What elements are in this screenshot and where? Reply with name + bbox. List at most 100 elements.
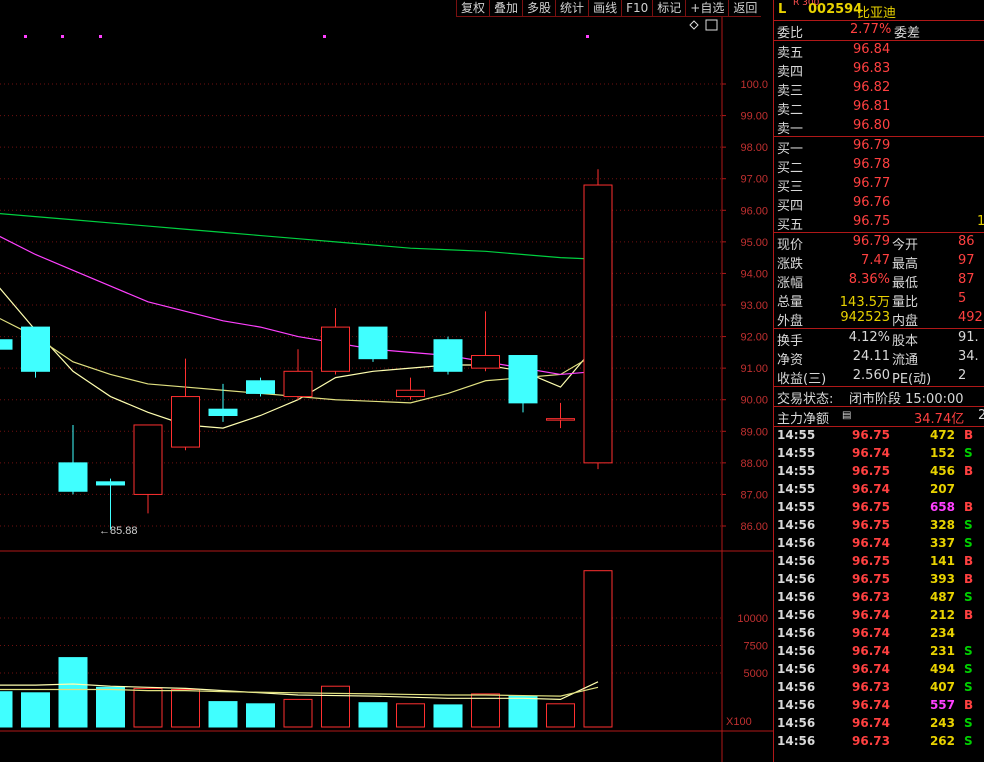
volume-bar[interactable]: [283, 698, 313, 728]
main-flow-icon[interactable]: ▤: [842, 410, 851, 421]
quote-value-2: 34.: [958, 349, 979, 364]
candle-body[interactable]: [471, 355, 500, 369]
candle-body[interactable]: [58, 462, 88, 492]
price-tick-label: 99.00: [740, 111, 768, 123]
ask-price: 96.80: [853, 118, 891, 133]
tick-time: 14:56: [777, 572, 816, 586]
draw-button[interactable]: 画线: [588, 0, 622, 17]
candle-body[interactable]: [21, 326, 50, 372]
tick-price: 96.73: [852, 680, 890, 694]
tick-volume: 407: [929, 680, 955, 694]
candle-body[interactable]: [546, 418, 575, 421]
volume-bar[interactable]: [433, 704, 463, 728]
multi-stock-button[interactable]: 多股: [522, 0, 556, 17]
quote-value: 96.79: [852, 234, 890, 249]
volume-ma-line: [0, 681, 599, 701]
tick-side: B: [964, 698, 974, 712]
candle-body[interactable]: [433, 339, 463, 372]
ask-price: 96.81: [853, 99, 891, 114]
volume-bar[interactable]: [358, 702, 388, 728]
candle-body[interactable]: [396, 389, 425, 398]
f10-button[interactable]: F10: [621, 0, 653, 17]
main-flow-value: 34.74亿: [914, 412, 965, 427]
window-icon[interactable]: [705, 19, 718, 31]
quote-label-2: 内盘: [892, 314, 919, 329]
tick-list[interactable]: 14:55 96.75 472 B 14:55 96.74 152 S 14:55 96.75 45…: [774, 427, 984, 751]
event-marker[interactable]: [586, 35, 589, 38]
price-tick-label: 91.00: [740, 363, 768, 375]
stock-code[interactable]: 002594: [808, 2, 862, 17]
quote-value: 2.560: [852, 368, 890, 383]
tick-time: 14:55: [777, 500, 816, 514]
volume-bar[interactable]: [0, 691, 13, 728]
volume-bar[interactable]: [58, 657, 88, 728]
candle-body[interactable]: [246, 380, 275, 394]
volume-bar[interactable]: [321, 685, 350, 728]
volume-bar[interactable]: [583, 570, 613, 728]
tick-time: 14:55: [777, 482, 816, 496]
overlay-button[interactable]: 叠加: [489, 0, 523, 17]
tick-price: 96.75: [852, 554, 890, 568]
volume-bar[interactable]: [133, 687, 163, 728]
volume-bar[interactable]: [21, 692, 50, 728]
candle-body[interactable]: [0, 339, 13, 350]
candle-body[interactable]: [583, 184, 613, 464]
bid-row: 买四 96.76: [774, 194, 984, 214]
tick-price: 96.74: [852, 446, 890, 460]
volume-bar[interactable]: [171, 689, 200, 728]
volume-tick-label: 10000: [737, 613, 768, 625]
stats-button[interactable]: 统计: [555, 0, 589, 17]
quote-value-2: 2: [958, 368, 967, 383]
price-tick-label: 100.0: [740, 79, 768, 91]
toolbar: 复权 叠加 多股 统计 画线 F10 标记 +自选 返回: [456, 0, 762, 17]
diamond-icon[interactable]: [689, 20, 699, 30]
add-watchlist-button[interactable]: +自选: [685, 0, 729, 17]
candle-body[interactable]: [96, 481, 125, 486]
tick-price: 96.74: [852, 482, 890, 496]
tick-side: B: [964, 572, 974, 586]
tick-row: 14:55 96.75 658 B: [774, 499, 984, 517]
tick-volume: 393: [929, 572, 955, 586]
tick-volume: 472: [929, 428, 955, 442]
volume-bar[interactable]: [546, 703, 575, 728]
volume-bar[interactable]: [508, 695, 538, 728]
quote-value-2: 492: [958, 310, 983, 325]
quote-label: 换手: [777, 334, 804, 349]
fuquan-button[interactable]: 复权: [456, 0, 490, 17]
candle-body[interactable]: [358, 326, 388, 360]
main-flow-extra: 2: [978, 408, 984, 423]
tick-side: B: [964, 554, 974, 568]
quote-label: 现价: [777, 238, 804, 253]
tick-volume: 243: [929, 716, 955, 730]
quote-panel: L R 300 002594 比亚迪 委比 2.77% 委差 卖五 96.84 卖四…: [773, 0, 984, 762]
candle-body[interactable]: [133, 424, 163, 495]
volume-bar[interactable]: [396, 703, 425, 728]
quote-value: 942523: [840, 310, 890, 325]
candlestick-chart[interactable]: 86.00 87.00 88.00 89.00 90.00 91.00 92.00 93.00…: [0, 0, 773, 762]
candle-body[interactable]: [208, 408, 238, 416]
event-marker[interactable]: [24, 35, 27, 38]
candle-body[interactable]: [171, 396, 200, 448]
volume-bar[interactable]: [96, 686, 125, 728]
tick-price: 96.73: [852, 734, 890, 748]
volume-bar[interactable]: [208, 701, 238, 728]
event-marker[interactable]: [99, 35, 102, 38]
tick-price: 96.75: [852, 518, 890, 532]
event-marker[interactable]: [323, 35, 326, 38]
candle-body[interactable]: [321, 326, 350, 372]
candle-body[interactable]: [508, 355, 538, 404]
ask-label: 卖五: [777, 46, 804, 61]
ask-label: 卖四: [777, 65, 804, 80]
stock-name[interactable]: 比亚迪: [857, 2, 896, 21]
ask-row: 卖四 96.83: [774, 60, 984, 80]
tick-price: 96.74: [852, 662, 890, 676]
back-button[interactable]: 返回: [728, 0, 762, 17]
volume-bar[interactable]: [246, 703, 275, 728]
candle-body[interactable]: [283, 370, 313, 398]
ask-price: 96.83: [853, 61, 891, 76]
tick-side: S: [964, 734, 973, 748]
mark-button[interactable]: 标记: [652, 0, 686, 17]
tick-volume: 262: [929, 734, 955, 748]
event-marker[interactable]: [61, 35, 64, 38]
trade-status-row: 交易状态: 闭市阶段 15:00:00: [774, 387, 984, 407]
